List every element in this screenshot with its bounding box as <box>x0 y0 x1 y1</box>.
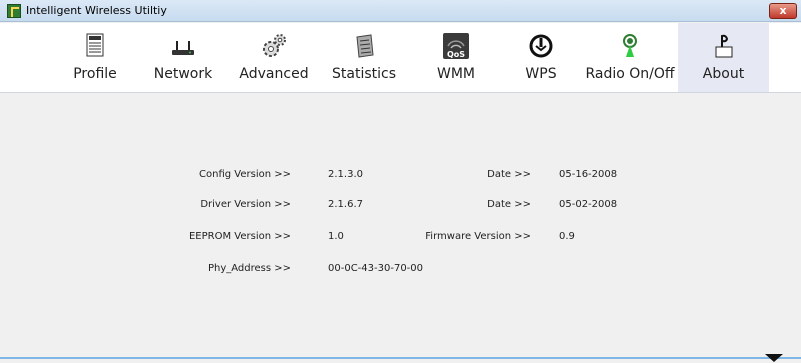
about-panel: Config Version >> 2.1.3.0 Date >> 05-16-… <box>0 94 801 363</box>
tab-about-label: About <box>702 66 745 82</box>
phy-address-label: Phy_Address >> <box>207 263 291 274</box>
tab-network-label: Network <box>153 66 213 82</box>
firmware-version-value: 0.9 <box>559 231 575 242</box>
config-version-value: 2.1.3.0 <box>328 169 363 180</box>
tab-wmm[interactable]: QoS WMM <box>431 23 481 92</box>
driver-version-label: Driver Version >> <box>200 199 291 210</box>
tab-profile[interactable]: Profile <box>68 23 122 92</box>
gears-icon <box>263 34 286 57</box>
close-button[interactable]: x <box>769 3 797 19</box>
tab-radio[interactable]: Radio On/Off <box>585 23 675 92</box>
svg-text:QoS: QoS <box>447 50 465 59</box>
tab-profile-label: Profile <box>73 66 117 82</box>
tab-wmm-label: WMM <box>436 66 475 82</box>
config-date-value: 05-16-2008 <box>559 169 618 180</box>
tab-advanced[interactable]: Advanced <box>238 23 310 92</box>
config-version-label: Config Version >> <box>199 169 291 180</box>
driver-version-value: 2.1.6.7 <box>328 199 363 210</box>
window-title: Intelligent Wireless Utiltiy <box>26 4 167 17</box>
toolbar: Profile Network Advanced Statistics QoS … <box>0 23 801 93</box>
qos-icon: QoS <box>443 33 469 59</box>
tab-wps-label: WPS <box>525 66 557 82</box>
wps-icon <box>529 34 553 58</box>
config-date-label: Date >> <box>487 169 531 180</box>
expand-arrow-icon[interactable] <box>765 354 783 362</box>
network-icon <box>172 41 194 55</box>
tab-radio-label: Radio On/Off <box>585 66 675 82</box>
tab-about[interactable]: About <box>678 23 769 92</box>
app-icon <box>7 4 21 18</box>
title-bar: Intelligent Wireless Utiltiy x <box>0 0 801 22</box>
eeprom-version-value: 1.0 <box>328 231 344 242</box>
firmware-version-label: Firmware Version >> <box>425 231 531 242</box>
driver-date-value: 05-02-2008 <box>559 199 618 210</box>
tab-wps[interactable]: WPS <box>518 23 564 92</box>
radio-antenna-icon <box>623 34 637 57</box>
status-divider <box>0 357 801 359</box>
phy-address-value: 00-0C-43-30-70-00 <box>328 263 424 274</box>
about-icon <box>715 34 732 58</box>
statistics-icon <box>356 34 374 58</box>
driver-date-label: Date >> <box>487 199 531 210</box>
eeprom-version-label: EEPROM Version >> <box>188 231 291 242</box>
tab-advanced-label: Advanced <box>239 66 309 82</box>
tab-statistics-label: Statistics <box>332 66 396 82</box>
tab-statistics[interactable]: Statistics <box>328 23 400 92</box>
profile-icon <box>86 33 104 57</box>
tab-network[interactable]: Network <box>150 23 216 92</box>
